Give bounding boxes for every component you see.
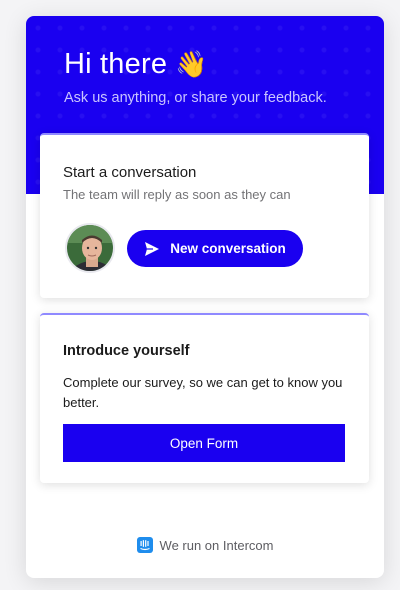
intercom-icon bbox=[136, 537, 153, 553]
start-conversation-card: Start a conversation The team will reply… bbox=[40, 133, 369, 298]
open-form-button[interactable]: Open Form bbox=[63, 424, 345, 462]
intro-card-text: Complete our survey, so we can get to kn… bbox=[63, 375, 343, 410]
team-member-avatar bbox=[65, 223, 115, 273]
footer-branding[interactable]: We run on Intercom bbox=[26, 537, 384, 553]
messenger-panel: Hi there 👋 Ask us anything, or share you… bbox=[26, 16, 384, 578]
wave-emoji-icon: 👋 bbox=[175, 49, 208, 80]
conversation-card-subtitle: The team will reply as soon as they can bbox=[63, 187, 291, 202]
footer-text: We run on Intercom bbox=[159, 537, 274, 553]
introduce-yourself-card: Introduce yourself Complete our survey, … bbox=[40, 313, 369, 483]
new-conversation-label: New conversation bbox=[170, 241, 286, 256]
header-subtitle: Ask us anything, or share your feedback. bbox=[64, 90, 327, 106]
greeting-heading: Hi there 👋 bbox=[64, 48, 208, 81]
conversation-card-title: Start a conversation bbox=[63, 164, 197, 181]
intro-card-title: Introduce yourself bbox=[63, 343, 190, 359]
new-conversation-button[interactable]: New conversation bbox=[127, 230, 303, 267]
send-icon bbox=[144, 241, 160, 257]
greeting-text: Hi there bbox=[64, 48, 168, 80]
